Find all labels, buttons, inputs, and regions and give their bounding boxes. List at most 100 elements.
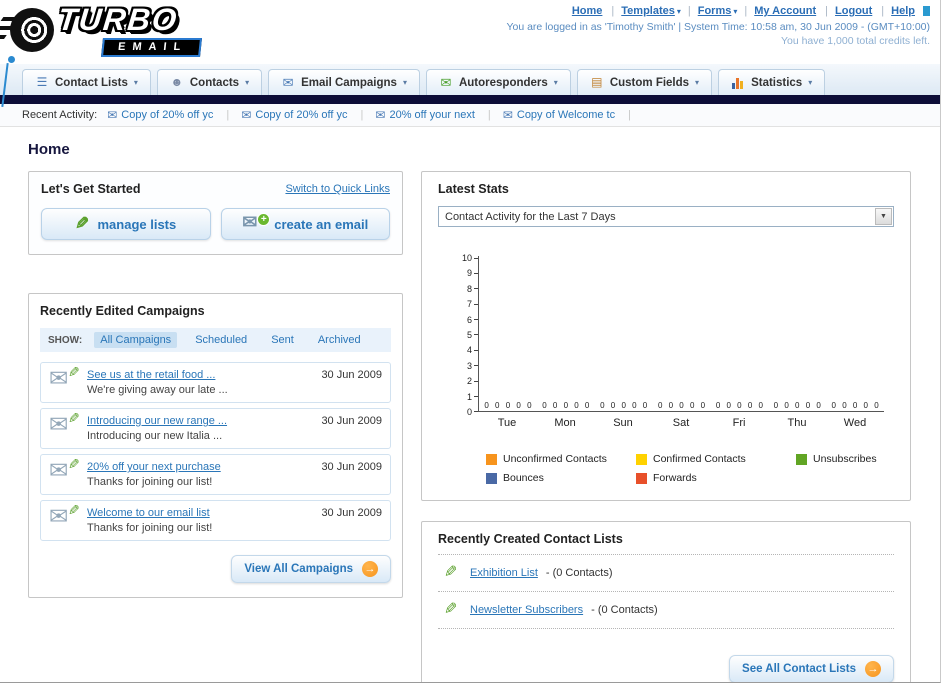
legend-item: Unsubscribes [796, 453, 894, 465]
campaign-filter-tab[interactable]: Archived [312, 332, 367, 348]
chevron-down-icon: ▼ [875, 208, 892, 225]
view-all-campaigns-button[interactable]: View All Campaigns [231, 555, 391, 583]
main-nav-tab[interactable]: Statistics ▾ [718, 69, 826, 95]
contact-activity-chart: 10 9 8 7 6 5 4 3 2 1 0 0 0 0 0 00 0 0 0 00 0 0 0 0… [462, 253, 884, 429]
stats-period-select[interactable]: Contact Activity for the Last 7 Days ▼ [438, 206, 894, 227]
campaign-filter-tab[interactable]: Sent [265, 332, 300, 348]
top-nav-link[interactable]: My Account [754, 5, 816, 17]
top-nav-item[interactable]: Home [572, 5, 605, 17]
main-nav-tab[interactable]: Autoresponders ▾ [425, 69, 571, 95]
get-started-title: Let's Get Started [41, 182, 141, 196]
top-nav-link[interactable]: Forms [698, 5, 732, 17]
arrow-right-icon [865, 661, 881, 677]
campaign-subtitle: Thanks for joining our list! [87, 476, 213, 488]
app-logo: TURBO EMAIL [2, 2, 292, 62]
campaign-subtitle: Thanks for joining our list! [87, 522, 213, 534]
main-nav-tab[interactable]: Custom Fields ▾ [576, 69, 713, 95]
campaign-title-link[interactable]: See us at the retail food ... [87, 369, 313, 381]
recent-activity-item[interactable]: Copy of 20% off yc [241, 108, 372, 122]
contact-list-name-link[interactable]: Exhibition List [470, 567, 538, 579]
top-nav-item[interactable]: Templates ▾ [604, 5, 681, 17]
bar-group-value-labels: 0 0 0 0 0 [715, 401, 763, 410]
bar-group-value-labels: 0 0 0 0 0 [600, 401, 648, 410]
bar-group-value-labels: 0 0 0 0 0 [831, 401, 879, 410]
y-tick-label: 9 [462, 268, 479, 278]
recent-activity-bar: Recent Activity: Copy of 20% off yc Copy… [0, 104, 940, 127]
main-nav-tab[interactable]: Contacts ▾ [156, 69, 263, 95]
nav-tab-icon [439, 76, 453, 89]
recent-activity-link[interactable]: 20% off your next [389, 109, 474, 121]
see-all-contact-lists-label: See All Contact Lists [742, 663, 856, 675]
recent-campaigns-panel: Recently Edited Campaigns SHOW: All Camp… [28, 293, 403, 598]
recent-activity-link[interactable]: Copy of 20% off yc [121, 109, 213, 121]
campaign-list-item[interactable]: 20% off your next purchase Thanks for jo… [40, 454, 391, 495]
manage-lists-button[interactable]: manage lists [41, 208, 211, 240]
chart-value-groups: 0 0 0 0 0 0 0 0 0 0 0 0 0 0 0 0 0 0 0 0 0 0 … [479, 401, 884, 410]
top-nav-link[interactable]: Templates [621, 5, 675, 17]
legend-item: Bounces [486, 472, 636, 484]
y-tick-label: 4 [462, 345, 479, 355]
pencil-icon [75, 214, 89, 234]
campaign-filter-tab[interactable]: Scheduled [189, 332, 253, 348]
top-nav-item[interactable]: Forms ▾ [681, 5, 738, 17]
right-column: Latest Stats Contact Activity for the La… [421, 171, 911, 682]
campaign-title-link[interactable]: Introducing our new range ... [87, 415, 313, 427]
campaign-list-item[interactable]: Introducing our new range ... Introducin… [40, 408, 391, 449]
campaign-title-link[interactable]: 20% off your next purchase [87, 461, 313, 473]
x-axis-label: Sat [672, 417, 690, 429]
y-tick-label: 10 [462, 253, 479, 263]
campaign-date: 30 Jun 2009 [321, 369, 382, 381]
logo-email-text: EMAIL [101, 38, 203, 57]
recent-activity-link[interactable]: Copy of 20% off yc [255, 109, 347, 121]
legend-swatch [796, 453, 807, 465]
nav-tab-label: Email Campaigns [301, 76, 397, 89]
left-column: Let's Get Started Switch to Quick Links … [28, 171, 403, 598]
top-nav-item[interactable]: Help [874, 5, 917, 17]
x-axis-label: Sun [613, 417, 633, 429]
legend-swatch [636, 453, 647, 465]
help-marker-icon [923, 6, 930, 17]
recent-activity-item[interactable]: 20% off your next [375, 108, 499, 122]
contact-list-item[interactable]: Newsletter Subscribers - (0 Contacts) [438, 592, 894, 629]
see-all-contact-lists-button[interactable]: See All Contact Lists [729, 655, 894, 682]
main-nav-tab[interactable]: Email Campaigns ▾ [268, 69, 420, 95]
chevron-down-icon: ▾ [133, 78, 138, 87]
envelope-pencil-icon [49, 365, 79, 395]
top-nav-link[interactable]: Home [572, 5, 603, 17]
x-axis-label: Mon [554, 417, 576, 429]
contact-lists-title: Recently Created Contact Lists [438, 532, 623, 546]
chart-plot-area: 0 0 0 0 0 0 0 0 0 0 0 0 0 0 0 0 0 0 0 0 0 0 … [478, 256, 884, 412]
contact-list-name-link[interactable]: Newsletter Subscribers [470, 604, 583, 616]
recent-activity-link[interactable]: Copy of Welcome tc [517, 109, 615, 121]
campaign-list-item[interactable]: See us at the retail food ... We're givi… [40, 362, 391, 403]
campaign-list-item[interactable]: Welcome to our email list Thanks for joi… [40, 500, 391, 541]
bar-group-value-labels: 0 0 0 0 0 [657, 401, 706, 410]
view-all-campaigns-label: View All Campaigns [244, 563, 353, 575]
bar-group-value-labels: 0 0 0 0 0 [773, 401, 821, 410]
envelope-pencil-icon [49, 503, 79, 533]
top-nav-item[interactable]: My Account [737, 5, 818, 17]
x-axis-label: Wed [843, 417, 867, 429]
recent-activity-item[interactable]: Copy of 20% off yc [107, 108, 238, 122]
campaign-title-link[interactable]: Welcome to our email list [87, 507, 313, 519]
main-content: Home Let's Get Started Switch to Quick L… [0, 127, 940, 682]
nav-tab-label: Contact Lists [55, 76, 128, 89]
legend-swatch [486, 453, 497, 465]
stats-period-value: Contact Activity for the Last 7 Days [445, 210, 616, 223]
legend-item: Confirmed Contacts [636, 453, 796, 465]
campaign-filter-tab[interactable]: All Campaigns [94, 332, 178, 348]
nav-tab-icon [731, 76, 746, 89]
y-tick-label: 7 [462, 299, 479, 309]
top-nav-item[interactable]: Logout [818, 5, 874, 17]
recent-activity-item[interactable]: Copy of Welcome tc [503, 108, 640, 122]
contact-list-item[interactable]: Exhibition List - (0 Contacts) [438, 555, 894, 592]
envelope-icon [375, 108, 385, 122]
top-nav-link[interactable]: Logout [835, 5, 872, 17]
top-nav-link[interactable]: Help [891, 5, 915, 17]
main-nav-tab[interactable]: Contact Lists ▾ [22, 69, 151, 95]
create-email-button[interactable]: create an email [220, 208, 390, 240]
campaign-list: See us at the retail food ... We're givi… [40, 362, 391, 541]
recent-contact-lists-panel: Recently Created Contact Lists Exhibitio… [421, 521, 911, 682]
legend-swatch [636, 472, 647, 484]
switch-quick-links-link[interactable]: Switch to Quick Links [285, 183, 390, 195]
